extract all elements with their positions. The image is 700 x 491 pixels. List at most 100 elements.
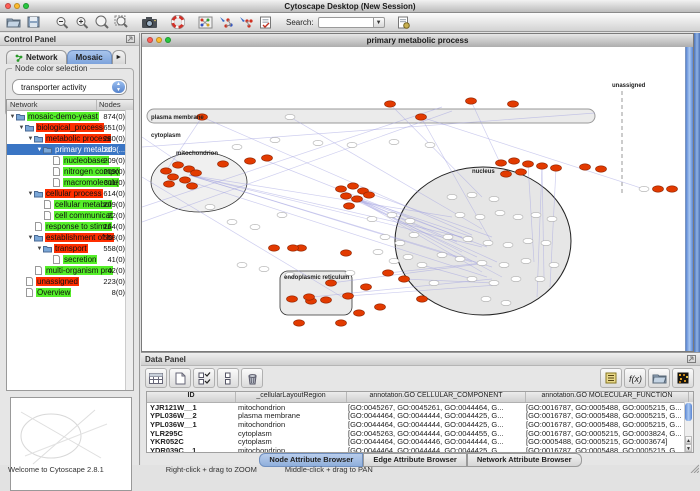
network-node[interactable]: [237, 262, 247, 267]
table-cell[interactable]: mitochondrion: [235, 446, 345, 453]
expand-icon[interactable]: ▼: [27, 191, 34, 197]
selected-network-node[interactable]: [385, 101, 396, 107]
network-node[interactable]: [270, 137, 280, 142]
col-cellular-component[interactable]: annotation.GO CELLULAR_COMPONENT: [347, 392, 526, 402]
tree-row[interactable]: multi-organism pro42(0): [7, 265, 133, 276]
delete-attribute-icon[interactable]: [241, 368, 263, 388]
network-node[interactable]: [463, 236, 473, 241]
table-row[interactable]: YPL036W__1mitochondrion[GO:0044464, GO:0…: [147, 420, 693, 429]
expand-icon[interactable]: ▼: [18, 125, 25, 131]
table-scrollbar[interactable]: ▲ ▼: [684, 402, 693, 452]
save-icon[interactable]: [24, 14, 43, 30]
selected-network-node[interactable]: [501, 171, 512, 177]
selected-network-node[interactable]: [375, 304, 386, 310]
selected-network-node[interactable]: [496, 160, 507, 166]
network-node[interactable]: [549, 262, 559, 267]
tree-row[interactable]: cell communicat22(0): [7, 210, 133, 221]
import-attributes-icon[interactable]: [648, 368, 670, 388]
tree-row[interactable]: ▼transport558(0): [7, 243, 133, 254]
node-color-dropdown[interactable]: transporter activity ▲▼: [12, 79, 127, 95]
network-node[interactable]: [425, 142, 435, 147]
selected-network-node[interactable]: [187, 183, 198, 189]
network-node[interactable]: [547, 216, 557, 221]
selected-network-node[interactable]: [341, 250, 352, 256]
expand-icon[interactable]: ▼: [36, 246, 43, 252]
network-scrollbar[interactable]: [685, 47, 693, 351]
selected-network-node[interactable]: [168, 174, 179, 180]
session-settings-icon[interactable]: [394, 14, 413, 30]
network-node[interactable]: [417, 262, 427, 267]
selected-network-node[interactable]: [417, 296, 428, 302]
table-row[interactable]: YPL036W__2plasma membrane[GO:0044464, GO…: [147, 412, 693, 421]
selected-network-node[interactable]: [180, 177, 191, 183]
selected-network-node[interactable]: [269, 245, 280, 251]
selected-network-node[interactable]: [596, 166, 607, 172]
open-icon[interactable]: [4, 14, 23, 30]
network-node[interactable]: [259, 266, 269, 271]
birdseye-view[interactable]: [10, 397, 132, 491]
selected-network-node[interactable]: [191, 170, 202, 176]
snapshot-icon[interactable]: [140, 14, 159, 30]
selected-network-node[interactable]: [383, 270, 394, 276]
selected-network-node[interactable]: [364, 192, 375, 198]
selected-network-node[interactable]: [416, 114, 427, 120]
tree-row[interactable]: unassigned223(0): [7, 276, 133, 287]
search-input[interactable]: [318, 17, 374, 28]
selected-network-node[interactable]: [218, 161, 229, 167]
expand-icon[interactable]: ▼: [27, 136, 34, 142]
table-cell[interactable]: YDR039C__1: [147, 446, 235, 453]
network-node[interactable]: [475, 214, 485, 219]
network-node[interactable]: [429, 280, 439, 285]
network-node[interactable]: [380, 234, 390, 239]
network-node[interactable]: [495, 210, 505, 215]
network-node[interactable]: [409, 232, 419, 237]
tree-scrollbar[interactable]: [125, 110, 133, 390]
network-node[interactable]: [232, 144, 242, 149]
tree-row[interactable]: ▼cellular process614(0): [7, 188, 133, 199]
network-node[interactable]: [483, 240, 493, 245]
tree-col-network[interactable]: Network: [7, 100, 97, 110]
network-node[interactable]: [443, 234, 453, 239]
selected-network-node[interactable]: [294, 320, 305, 326]
selected-network-node[interactable]: [321, 297, 332, 303]
network-node[interactable]: [403, 254, 413, 259]
selected-network-node[interactable]: [580, 164, 591, 170]
selected-network-node[interactable]: [287, 296, 298, 302]
network-node[interactable]: [367, 216, 377, 221]
network-node[interactable]: [405, 218, 415, 223]
attribute-batch-icon[interactable]: [600, 368, 622, 388]
network-node[interactable]: [205, 204, 215, 209]
table-cell[interactable]: [GO:0016787, GO:0005488, GO:0005215, G..…: [523, 446, 685, 453]
selected-network-node[interactable]: [466, 98, 477, 104]
selected-network-node[interactable]: [344, 203, 355, 209]
tree-row[interactable]: nitrogen compo209(0): [7, 166, 133, 177]
selected-network-node[interactable]: [343, 293, 354, 299]
scroll-up-icon[interactable]: ▲: [685, 436, 692, 444]
network-canvas[interactable]: plasma membrane cytoplasm mitochondrion …: [142, 47, 693, 351]
zoom-fit-icon[interactable]: [112, 14, 131, 30]
network-node[interactable]: [313, 140, 323, 145]
tree-row[interactable]: ▼metabolic process280(0): [7, 133, 133, 144]
selected-network-node[interactable]: [509, 158, 520, 164]
network-node[interactable]: [523, 238, 533, 243]
network-node[interactable]: [455, 212, 465, 217]
network-node[interactable]: [250, 224, 260, 229]
network-node[interactable]: [489, 280, 499, 285]
selected-network-node[interactable]: [354, 310, 365, 316]
tab-mosaic[interactable]: Mosaic: [67, 50, 112, 64]
help-icon[interactable]: [168, 14, 187, 30]
network-node[interactable]: [467, 192, 477, 197]
selected-network-node[interactable]: [341, 193, 352, 199]
search-dropdown-icon[interactable]: ▼: [374, 17, 385, 28]
tree-row[interactable]: secretion41(0): [7, 254, 133, 265]
table-row[interactable]: YLR295Ccytoplasm[GO:0045263, GO:0044444,…: [147, 429, 693, 438]
selected-network-node[interactable]: [551, 165, 562, 171]
select-attributes-icon[interactable]: [193, 368, 215, 388]
selected-network-node[interactable]: [304, 294, 315, 300]
selected-network-node[interactable]: [336, 320, 347, 326]
selected-network-node[interactable]: [348, 183, 359, 189]
selected-network-node[interactable]: [523, 161, 534, 167]
zoom-actual-icon[interactable]: [92, 14, 111, 30]
network-node[interactable]: [387, 212, 397, 217]
network-node[interactable]: [499, 262, 509, 267]
